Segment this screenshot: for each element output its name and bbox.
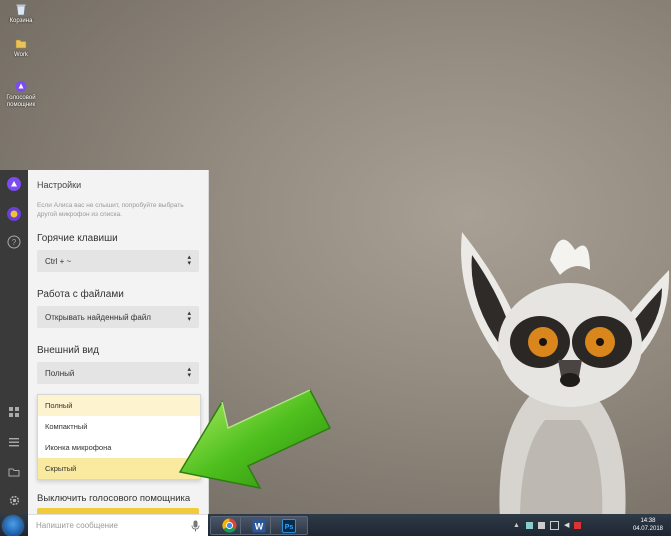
volume-icon[interactable]: ◀ [564, 521, 569, 529]
desktop-icon-recycle-bin[interactable]: Корзина [1, 3, 41, 25]
clock-date: 04.07.2018 [632, 526, 663, 532]
dropdown-option-hidden[interactable]: Скрытый [38, 458, 200, 479]
message-bar [28, 514, 208, 536]
select-arrows-icon: ▴ ▾ [187, 366, 191, 379]
help-icon[interactable]: ? [6, 234, 22, 250]
tray-app-icon[interactable] [537, 521, 545, 529]
folder-icon [15, 39, 27, 49]
lemur-wallpaper-image [461, 232, 670, 520]
list-icon[interactable] [6, 434, 22, 450]
appearance-label: Внешний вид [37, 345, 99, 356]
desktop-icon-label: Корзина [9, 18, 33, 24]
green-arrow-annotation [178, 389, 332, 490]
dropdown-option-full[interactable]: Полный [38, 395, 200, 416]
svg-text:W: W [255, 521, 264, 531]
recycle-bin-icon [16, 4, 26, 16]
dropdown-option-mic-icon[interactable]: Иконка микрофона [38, 437, 200, 458]
hotkeys-label: Горячие клавиши [37, 233, 118, 244]
dropdown-option-compact[interactable]: Компактный [38, 416, 200, 437]
alice-logo-icon[interactable] [6, 176, 22, 192]
desktop-icon-voice-assistant[interactable]: Голосовой помощник [1, 80, 41, 109]
clock-time: 14:38 [640, 518, 656, 524]
yandex-browser-icon[interactable] [6, 206, 22, 222]
svg-text:?: ? [12, 238, 17, 247]
alice-sidebar-rail: ? [0, 170, 28, 514]
hotkeys-value: Ctrl + ~ [45, 256, 72, 266]
microphone-icon[interactable] [191, 520, 200, 532]
files-value: Открывать найденный файл [45, 312, 151, 322]
select-arrows-icon: ▴ ▾ [187, 310, 191, 323]
microphone-hint: Если Алиса вас не слышит, попробуйте выб… [37, 202, 184, 218]
taskbar-clock[interactable]: 14:38 04.07.2018 [633, 517, 663, 533]
appearance-select[interactable]: Полный ▴ ▾ [37, 362, 199, 384]
alert-flag-icon[interactable] [574, 521, 582, 529]
desktop-icon-work-folder[interactable]: Work [1, 37, 41, 59]
desktop-icon-label: Work [14, 52, 28, 58]
svg-text:Ps: Ps [285, 524, 294, 531]
tray-arrow-icon[interactable]: ▲ [513, 522, 520, 529]
appearance-dropdown: Полный Компактный Иконка микрофона Скрыт… [37, 394, 201, 480]
desktop-icon-label: Голосовой помощник [6, 95, 36, 108]
photoshop-icon: Ps [282, 518, 296, 533]
network-icon[interactable] [549, 520, 559, 530]
files-select[interactable]: Открывать найденный файл ▴ ▾ [37, 306, 199, 328]
start-button[interactable] [3, 516, 23, 536]
word-icon: W [252, 519, 266, 532]
tray-app-icon[interactable] [525, 521, 533, 529]
disable-assistant-label: Выключить голосового помощника [37, 493, 191, 504]
taskbar-photoshop-button[interactable]: Ps [270, 516, 308, 535]
hotkeys-select[interactable]: Ctrl + ~ ▴ ▾ [37, 250, 199, 272]
chrome-icon [221, 518, 237, 533]
alice-logo-icon [15, 81, 27, 92]
settings-gear-icon[interactable] [6, 492, 22, 508]
apps-grid-icon[interactable] [6, 404, 22, 420]
select-arrows-icon: ▴ ▾ [187, 254, 191, 267]
message-input[interactable] [36, 521, 191, 530]
folder-icon[interactable] [6, 464, 22, 480]
appearance-value: Полный [45, 368, 75, 378]
files-label: Работа с файлами [37, 289, 124, 300]
page-title: Настройки [37, 180, 82, 190]
